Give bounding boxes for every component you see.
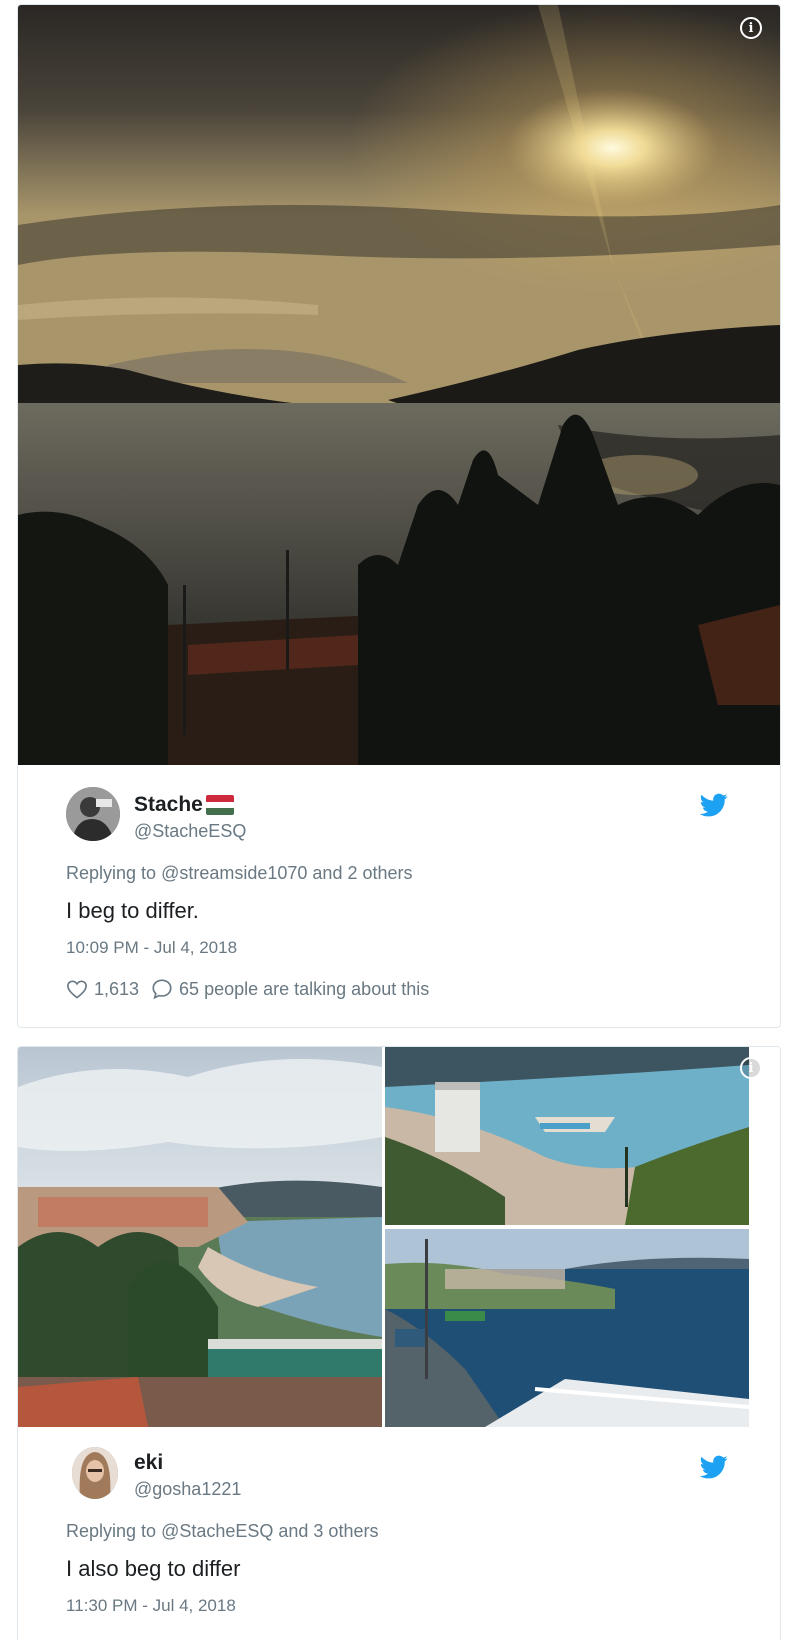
tweet-card: i Stache @StacheESQ Replying to @streams… (17, 4, 781, 1028)
author-name[interactable]: eki (134, 1451, 163, 1475)
tweet-photo-grid: i (18, 1047, 780, 1427)
avatar[interactable] (72, 1447, 118, 1499)
info-icon[interactable]: i (740, 1057, 762, 1079)
tweet-body: Stache @StacheESQ Replying to @streamsid… (18, 765, 780, 1000)
author-row[interactable]: eki @gosha1221 (50, 1427, 748, 1509)
tweet-photo-coast-town[interactable] (18, 1047, 382, 1427)
reply-others-link[interactable]: and 2 others (307, 863, 412, 883)
twitter-bird-icon[interactable] (700, 791, 728, 819)
author-name-text: Stache (134, 793, 203, 816)
author-name-text: eki (134, 1451, 164, 1474)
tweet-photo-seaside-road[interactable] (385, 1229, 749, 1427)
talking-about-link[interactable]: 65 people are talking about this (179, 979, 429, 1000)
like-count[interactable]: 1,613 (94, 979, 139, 1000)
tweet-timestamp[interactable]: 10:09 PM - Jul 4, 2018 (66, 938, 748, 958)
reply-bubble-icon[interactable] (151, 978, 173, 1000)
tweet-body: eki @gosha1221 Replying to @StacheESQ an… (18, 1427, 780, 1616)
tweet-card: i eki @gosha1221 Replying to @StacheESQ … (17, 1046, 781, 1640)
tweet-photo-harbor[interactable] (385, 1047, 749, 1225)
avatar-image (72, 1447, 118, 1499)
reply-mention-link[interactable]: @StacheESQ (161, 1521, 273, 1541)
tweet-text: I also beg to differ (66, 1556, 241, 1581)
reply-prefix: Replying to (66, 863, 162, 883)
sunset-bay-photo (18, 5, 780, 765)
reply-context: Replying to @StacheESQ and 3 others (66, 1521, 748, 1542)
author-handle[interactable]: @StacheESQ (134, 821, 246, 842)
reply-prefix: Replying to (66, 1521, 162, 1541)
reply-mention-link[interactable]: @streamside1070 (161, 863, 307, 883)
reply-context: Replying to @streamside1070 and 2 others (66, 863, 748, 884)
author-handle[interactable]: @gosha1221 (134, 1479, 241, 1500)
tweet-photo-sunset[interactable]: i (18, 5, 780, 765)
tweet-text: I beg to differ. (66, 898, 199, 923)
avatar-image (66, 787, 120, 841)
twitter-bird-icon[interactable] (700, 1453, 728, 1481)
tweet-timestamp[interactable]: 11:30 PM - Jul 4, 2018 (66, 1596, 748, 1616)
author-name[interactable]: Stache (134, 793, 234, 817)
reply-others-link[interactable]: and 3 others (273, 1521, 378, 1541)
hungary-flag-icon (205, 795, 234, 815)
tweet-actions: 1,613 65 people are talking about this (66, 978, 748, 1000)
avatar[interactable] (66, 787, 120, 841)
author-row[interactable]: Stache @StacheESQ (50, 765, 748, 847)
info-icon[interactable]: i (740, 17, 762, 39)
heart-icon[interactable] (66, 979, 88, 999)
